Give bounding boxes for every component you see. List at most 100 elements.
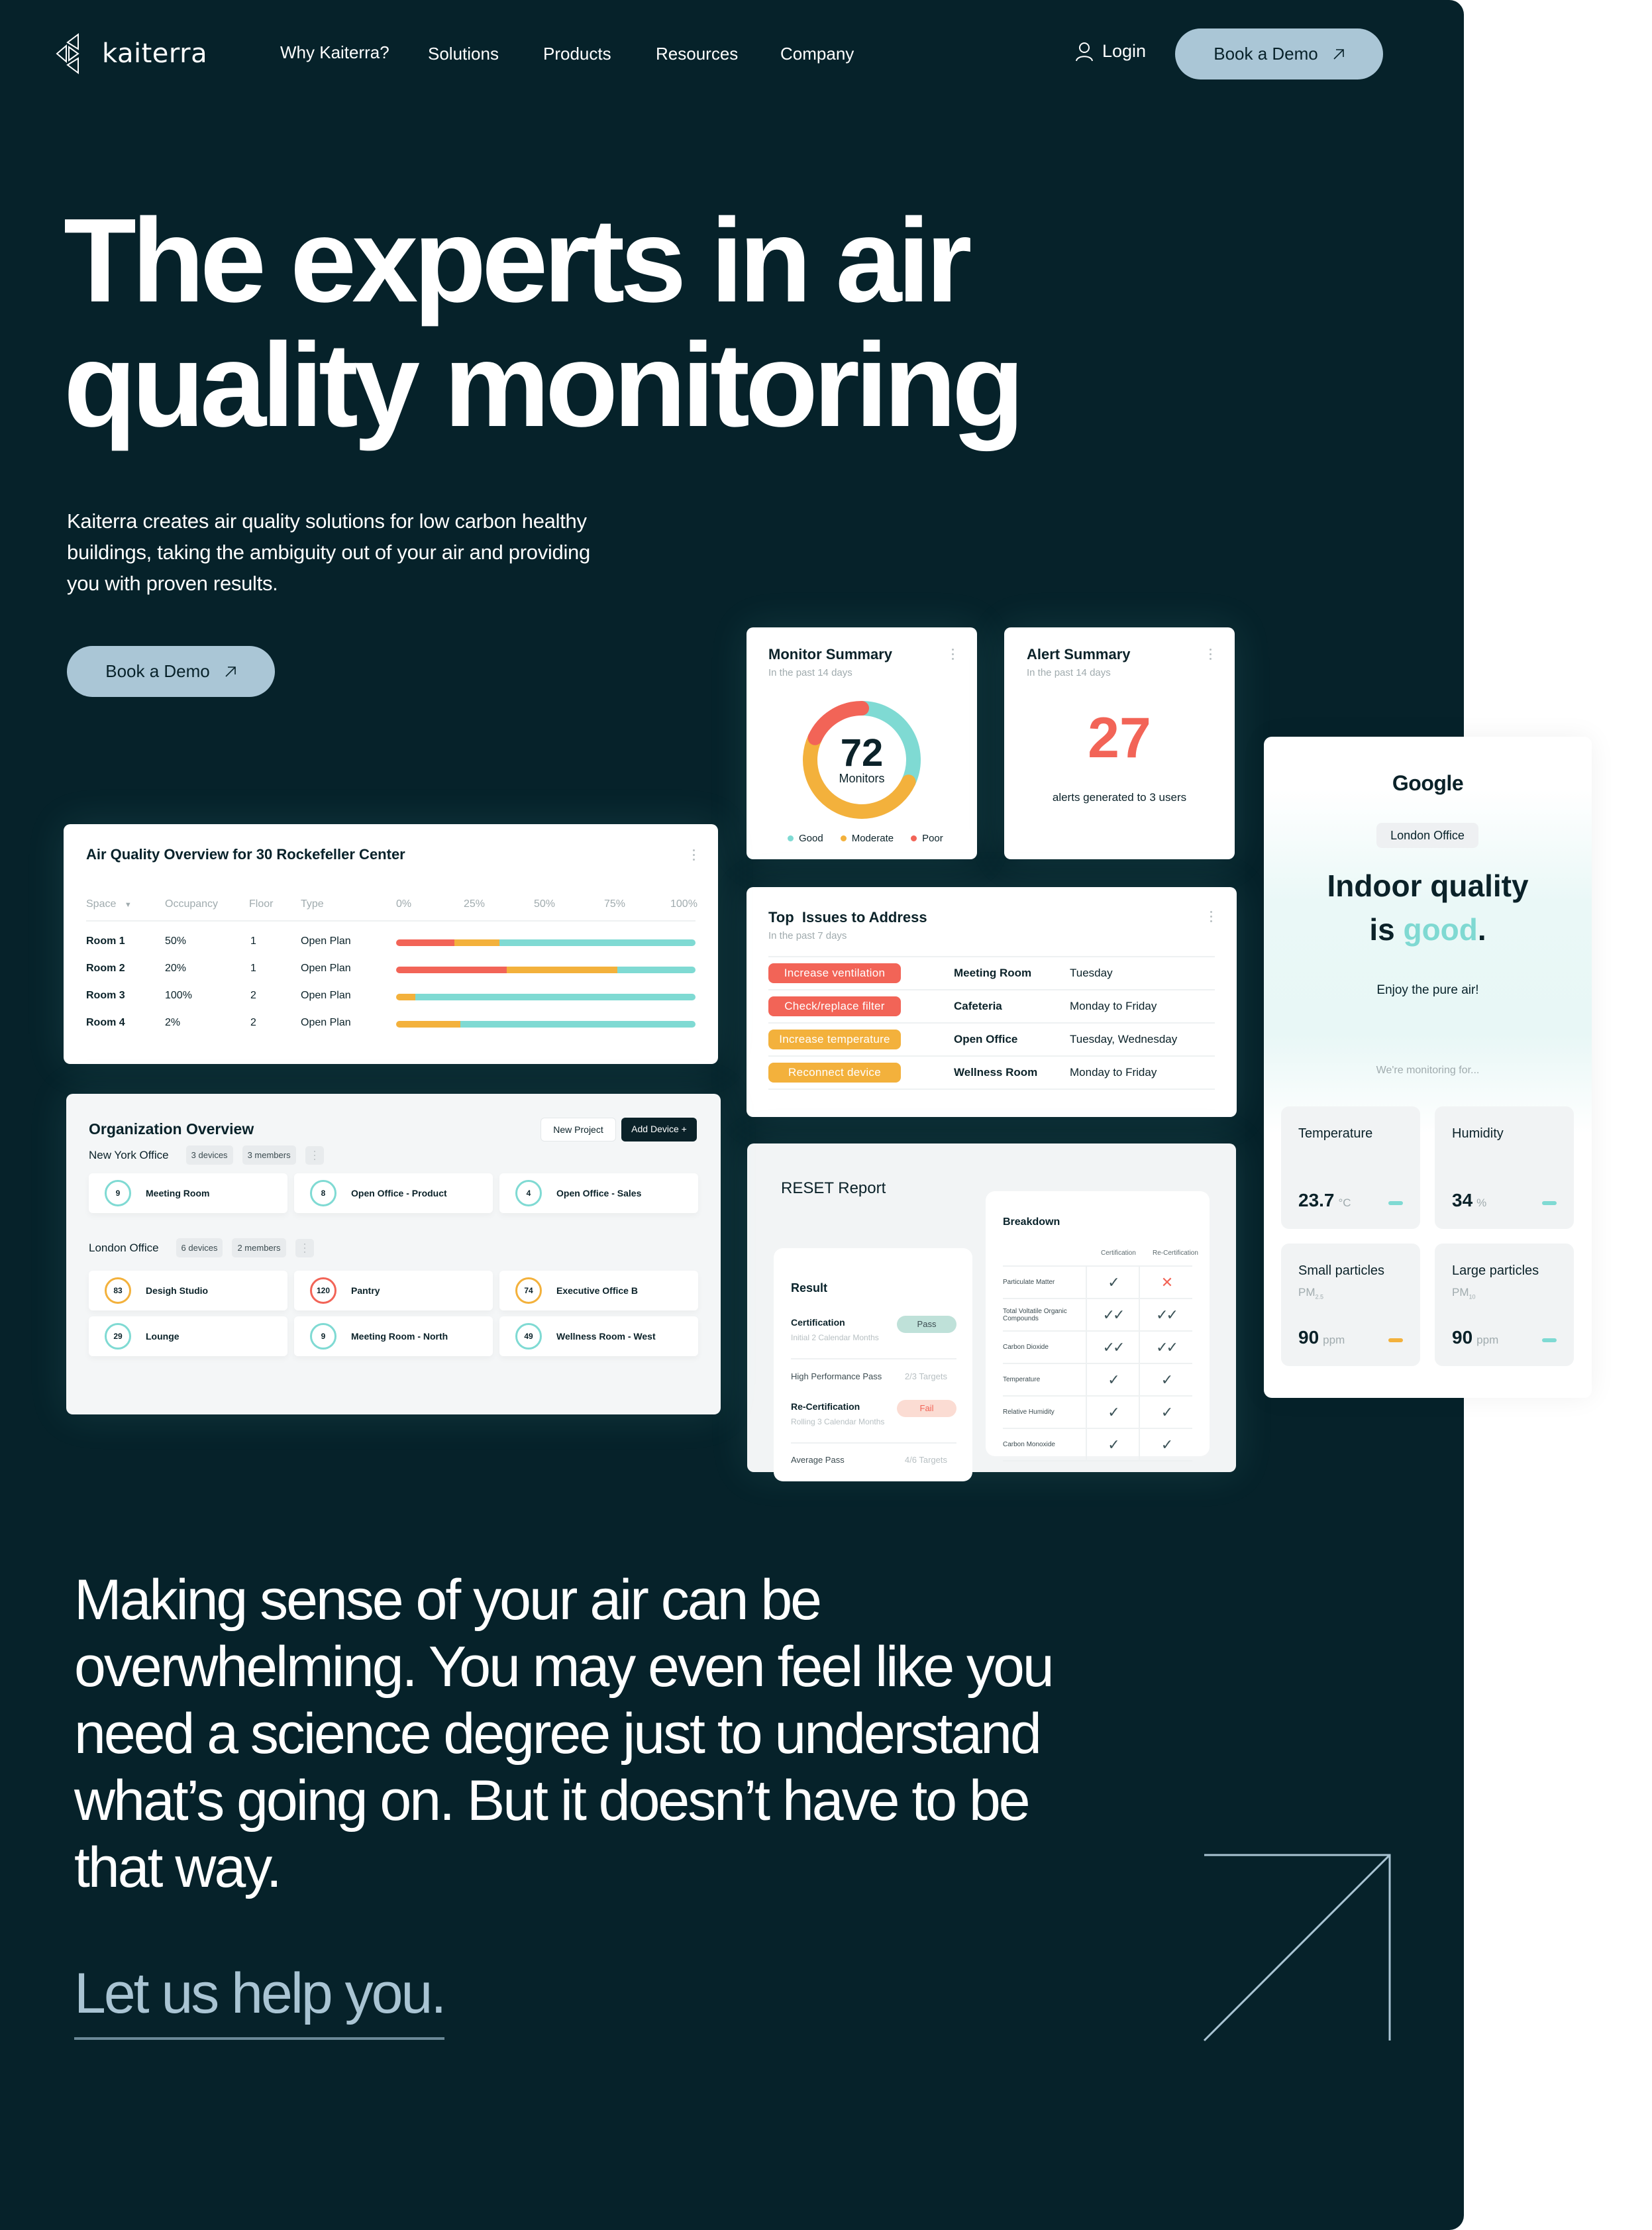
more-options-icon[interactable]	[1210, 649, 1212, 663]
room-score-ring: 83	[105, 1277, 131, 1304]
alert-summary-card: Alert Summary In the past 14 days 27 ale…	[1004, 627, 1235, 859]
metric-status-indicator	[1542, 1201, 1557, 1205]
organization-overview-card: Organization Overview New Project Add De…	[66, 1094, 721, 1414]
hero-title: The experts in air quality monitoring	[64, 194, 1025, 448]
breakdown-row: Particulate Matter ✓ ✕	[1003, 1265, 1192, 1299]
aq-floor: 1	[250, 963, 256, 974]
certification-check-icon: ✓✓	[1086, 1330, 1139, 1363]
nav-book-demo-button[interactable]: Book a Demo	[1175, 28, 1383, 80]
aq-type: Open Plan	[301, 990, 351, 1001]
pass-badge: Pass	[897, 1316, 956, 1333]
breakdown-row: Temperature ✓ ✓	[1003, 1363, 1192, 1396]
metric-name: Temperature	[1298, 1126, 1373, 1141]
certification-check-icon: ✓	[1086, 1265, 1139, 1299]
room-score-ring: 4	[515, 1180, 542, 1206]
aq-distribution-bar	[396, 939, 696, 946]
issue-when: Tuesday, Wednesday	[1070, 1022, 1215, 1056]
issue-row[interactable]: Increase temperature Open Office Tuesday…	[768, 1022, 1215, 1056]
metric-tile[interactable]: Large particles PM10 90 ppm	[1435, 1244, 1574, 1366]
breakdown-col-recertification: Re-Certification	[1153, 1249, 1198, 1257]
breakdown-row: Carbon Monoxide ✓ ✓	[1003, 1428, 1192, 1461]
new-project-button[interactable]: New Project	[541, 1118, 616, 1142]
bar-segment-good	[617, 967, 696, 973]
arrow-up-right-icon	[1333, 48, 1344, 60]
nav-why-kaiterra[interactable]: Why Kaiterra?	[280, 42, 389, 63]
room-name: Desigh Studio	[146, 1285, 209, 1296]
hero-title-line-1: The experts in air	[64, 194, 972, 327]
google-office-card: Google London Office Indoor quality is g…	[1264, 737, 1592, 1398]
metric-tile[interactable]: Temperature 23.7 °C	[1281, 1106, 1420, 1229]
hero-book-demo-button[interactable]: Book a Demo	[67, 646, 275, 697]
brand-name: kaiterra	[102, 38, 208, 69]
room-card[interactable]: 9 Meeting Room - North	[294, 1316, 493, 1356]
nav-products[interactable]: Products	[543, 44, 611, 64]
breakdown-row: Carbon Dioxide ✓✓ ✓✓	[1003, 1330, 1192, 1363]
room-score-ring: 9	[310, 1323, 336, 1350]
room-score-ring: 8	[310, 1180, 336, 1206]
issue-row[interactable]: Increase ventilation Meeting Room Tuesda…	[768, 956, 1215, 990]
nav-book-demo-label: Book a Demo	[1213, 44, 1318, 64]
metric-tile[interactable]: Humidity 34%	[1435, 1106, 1574, 1229]
issue-location: Meeting Room	[914, 956, 1070, 990]
members-count: 2 members	[232, 1238, 286, 1257]
bar-segment-poor	[396, 939, 455, 946]
more-options-icon[interactable]	[1210, 911, 1213, 925]
arrow-up-right-icon	[225, 666, 236, 677]
room-card[interactable]: 49 Wellness Room - West	[499, 1316, 698, 1356]
aq-floor: 2	[250, 990, 256, 1001]
page-background: kaiterra Why Kaiterra? Solutions Product…	[0, 0, 1592, 2230]
kaiterra-logo[interactable]: kaiterra	[56, 33, 207, 74]
good-word: good	[1403, 912, 1478, 947]
add-device-button[interactable]: Add Device +	[621, 1118, 697, 1142]
air-quality-overview-card: Air Quality Overview for 30 Rockefeller …	[64, 824, 718, 1064]
alert-summary-title: Alert Summary	[1027, 646, 1131, 663]
metric-name: Humidity	[1452, 1126, 1504, 1141]
login-link[interactable]: Login	[1076, 41, 1146, 62]
more-options-icon[interactable]	[295, 1238, 314, 1257]
breakdown-title: Breakdown	[1003, 1216, 1060, 1228]
aq-occupancy: 20%	[165, 963, 187, 974]
recertification-sub: Rolling 3 Calendar Months	[791, 1417, 885, 1426]
statement-text: Making sense of your air can be overwhel…	[74, 1568, 1055, 1899]
members-count: 3 members	[242, 1145, 296, 1165]
more-options-icon[interactable]	[952, 649, 955, 663]
room-card[interactable]: 4 Open Office - Sales	[499, 1173, 698, 1213]
column-space[interactable]: Space ▼	[86, 898, 132, 910]
nav-solutions[interactable]: Solutions	[428, 44, 499, 64]
breakdown-metric: Particulate Matter	[1003, 1265, 1086, 1299]
kaiterra-logo-icon	[56, 33, 79, 74]
room-name: Open Office - Sales	[556, 1188, 642, 1198]
nav-resources[interactable]: Resources	[656, 44, 738, 64]
room-card[interactable]: 83 Desigh Studio	[89, 1271, 287, 1310]
room-card[interactable]: 9 Meeting Room	[89, 1173, 287, 1213]
air-quality-overview-title: Air Quality Overview for 30 Rockefeller …	[86, 846, 405, 863]
nav-company[interactable]: Company	[780, 44, 854, 64]
large-arrow-up-right-icon	[1203, 1854, 1391, 2042]
aq-space: Room 3	[86, 990, 125, 1001]
metric-tile[interactable]: Small particles PM2.5 90 ppm	[1281, 1244, 1420, 1366]
legend-moderate: Moderate	[840, 833, 894, 844]
high-performance-value: 2/3 Targets	[904, 1371, 947, 1381]
room-name: Executive Office B	[556, 1285, 638, 1296]
issue-row[interactable]: Reconnect device Wellness Room Monday to…	[768, 1055, 1215, 1090]
more-options-icon[interactable]	[693, 849, 696, 863]
alert-count: 27	[1088, 706, 1151, 770]
room-card[interactable]: 74 Executive Office B	[499, 1271, 698, 1310]
certification-check-icon: ✓	[1086, 1363, 1139, 1396]
room-card[interactable]: 29 Lounge	[89, 1316, 287, 1356]
room-card[interactable]: 120 Pantry	[294, 1271, 493, 1310]
room-card[interactable]: 8 Open Office - Product	[294, 1173, 493, 1213]
reset-report-title: RESET Report	[781, 1179, 886, 1197]
issue-row[interactable]: Check/replace filter Cafeteria Monday to…	[768, 989, 1215, 1023]
hero-book-demo-label: Book a Demo	[105, 661, 210, 681]
average-pass-value: 4/6 Targets	[904, 1455, 947, 1465]
top-issues-title: Top Issues to Address	[768, 909, 927, 926]
top-issues-card: Top Issues to Address In the past 7 days…	[747, 887, 1237, 1117]
metric-status-indicator	[1388, 1201, 1403, 1205]
let-us-help-link[interactable]: Let us help you.	[74, 1961, 446, 2040]
room-score-ring: 29	[105, 1323, 131, 1350]
high-performance-row: High Performance Pass 2/3 Targets	[791, 1371, 947, 1381]
breakdown-row: Total Voltatile Organic Compounds ✓✓ ✓✓	[1003, 1298, 1192, 1331]
more-options-icon[interactable]	[305, 1145, 324, 1165]
office-header: London Office 6 devices 2 members	[89, 1238, 314, 1257]
